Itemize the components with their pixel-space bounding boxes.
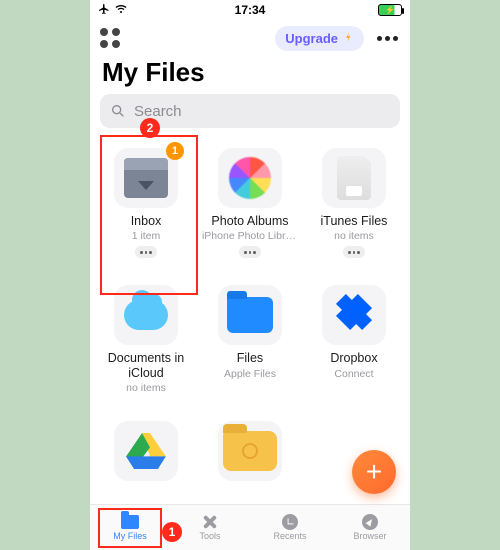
- location-tile[interactable]: [94, 417, 198, 504]
- tile-more-button[interactable]: [135, 246, 157, 258]
- tile-sub: no items: [126, 382, 166, 394]
- tile-label: Files: [237, 351, 263, 365]
- more-button[interactable]: [374, 36, 400, 41]
- location-tile[interactable]: [198, 417, 302, 504]
- wifi-icon: [114, 3, 128, 18]
- bolt-icon: [342, 31, 354, 46]
- gdrive-icon: [114, 421, 178, 481]
- tab-label: My Files: [113, 531, 147, 541]
- app-header: Upgrade: [90, 20, 410, 57]
- tile-label: iTunes Files: [321, 214, 388, 228]
- tile-label: Inbox: [131, 214, 162, 228]
- clock-icon: [280, 514, 300, 530]
- location-tile[interactable]: Photo Albums iPhone Photo Libra...: [198, 144, 302, 281]
- dropbox-icon: [322, 285, 386, 345]
- annotation-step-1: 1: [162, 522, 182, 542]
- tab-my-files[interactable]: My Files: [90, 505, 170, 550]
- location-tile[interactable]: Files Apple Files: [198, 281, 302, 417]
- folder-icon: [120, 514, 140, 530]
- tile-sub: no items: [334, 230, 374, 242]
- tools-icon: [200, 514, 220, 530]
- search-icon: [110, 103, 126, 119]
- tile-label: Dropbox: [330, 351, 377, 365]
- tab-label: Tools: [199, 531, 220, 541]
- inbox-icon: 1: [114, 148, 178, 208]
- tile-sub: iPhone Photo Libra...: [202, 230, 298, 242]
- tab-label: Recents: [273, 531, 306, 541]
- page-title: My Files: [90, 57, 410, 94]
- files-icon: [218, 285, 282, 345]
- downloads-icon: [218, 421, 282, 481]
- airplane-icon: [98, 3, 110, 18]
- tab-browser[interactable]: Browser: [330, 505, 410, 550]
- tile-label: Documents in iCloud: [101, 351, 191, 380]
- tile-label: Photo Albums: [211, 214, 288, 228]
- tile-badge: 1: [166, 142, 184, 160]
- app-window: 17:34 ⚡ Upgrade My Files Search 1 Inbox 1 …: [90, 0, 410, 550]
- tab-recents[interactable]: Recents: [250, 505, 330, 550]
- compass-icon: [360, 514, 380, 530]
- tile-sub: Apple Files: [224, 368, 276, 380]
- itunes-icon: [322, 148, 386, 208]
- location-tile[interactable]: Dropbox Connect: [302, 281, 406, 417]
- location-tile[interactable]: Documents in iCloud no items: [94, 281, 198, 417]
- ios-status-bar: 17:34 ⚡: [90, 0, 410, 20]
- icloud-icon: [114, 285, 178, 345]
- tile-sub: Connect: [334, 368, 373, 380]
- tab-bar: My Files Tools Recents Browser: [90, 504, 410, 550]
- menu-grid-icon[interactable]: [100, 28, 122, 50]
- annotation-step-2: 2: [140, 118, 160, 138]
- battery-icon: ⚡: [378, 4, 402, 16]
- photos-icon: [218, 148, 282, 208]
- tile-more-button[interactable]: [239, 246, 261, 258]
- location-tile[interactable]: 1 Inbox 1 item: [94, 144, 198, 281]
- upgrade-label: Upgrade: [285, 31, 338, 46]
- status-time: 17:34: [235, 3, 266, 17]
- locations-grid: 1 Inbox 1 item Photo Albums iPhone Photo Lib…: [90, 138, 410, 504]
- upgrade-button[interactable]: Upgrade: [275, 26, 364, 51]
- tab-label: Browser: [353, 531, 386, 541]
- tile-sub: 1 item: [132, 230, 161, 242]
- tab-tools[interactable]: Tools: [170, 505, 250, 550]
- tile-more-button[interactable]: [343, 246, 365, 258]
- add-button[interactable]: +: [352, 450, 396, 494]
- search-placeholder: Search: [134, 103, 182, 120]
- location-tile[interactable]: iTunes Files no items: [302, 144, 406, 281]
